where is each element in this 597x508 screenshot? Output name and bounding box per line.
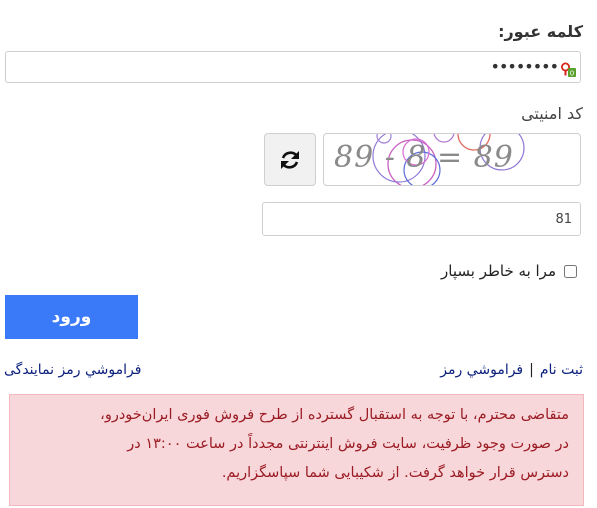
password-manager-icon[interactable]: 0 [561,61,576,78]
alert-message: متقاضی محترم، با توجه به استقبال گسترده … [9,394,584,506]
captcha-text: 89 - 8 = 89 [334,140,514,175]
password-label: کلمه عبور: [498,22,583,41]
password-manager-badge: 0 [570,70,574,78]
register-link[interactable]: ثبت نام [540,362,583,378]
captcha-input[interactable] [262,202,581,236]
captcha-image: 89 - 8 = 89 [323,133,581,186]
captcha-label: کد امنیتی [521,104,583,123]
password-field[interactable]: •••••••• 0 [5,51,581,83]
captcha-refresh-button[interactable] [264,133,316,186]
remember-me-checkbox[interactable] [564,264,577,278]
alert-line: متقاضی محترم، با توجه به استقبال گسترده … [100,407,569,423]
password-masked-value: •••••••• [490,57,559,76]
remember-me[interactable]: مرا به خاطر بسپار [441,262,577,280]
login-button[interactable]: ورود [5,295,138,339]
account-links: ثبت نام | فراموشي رمز [440,362,583,378]
alert-line: در صورت وجود ظرفیت، سایت فروش اینترنتی م… [127,436,569,452]
forgot-password-link[interactable]: فراموشي رمز [440,362,523,378]
refresh-icon [281,150,299,169]
link-separator: | [529,362,534,378]
forgot-dealer-password-link[interactable]: فراموشي رمز نمايندگی [4,362,141,378]
remember-me-label: مرا به خاطر بسپار [441,262,556,280]
alert-line: دسترس قرار خواهد گرفت. از شکیبایی شما سپ… [221,465,569,481]
